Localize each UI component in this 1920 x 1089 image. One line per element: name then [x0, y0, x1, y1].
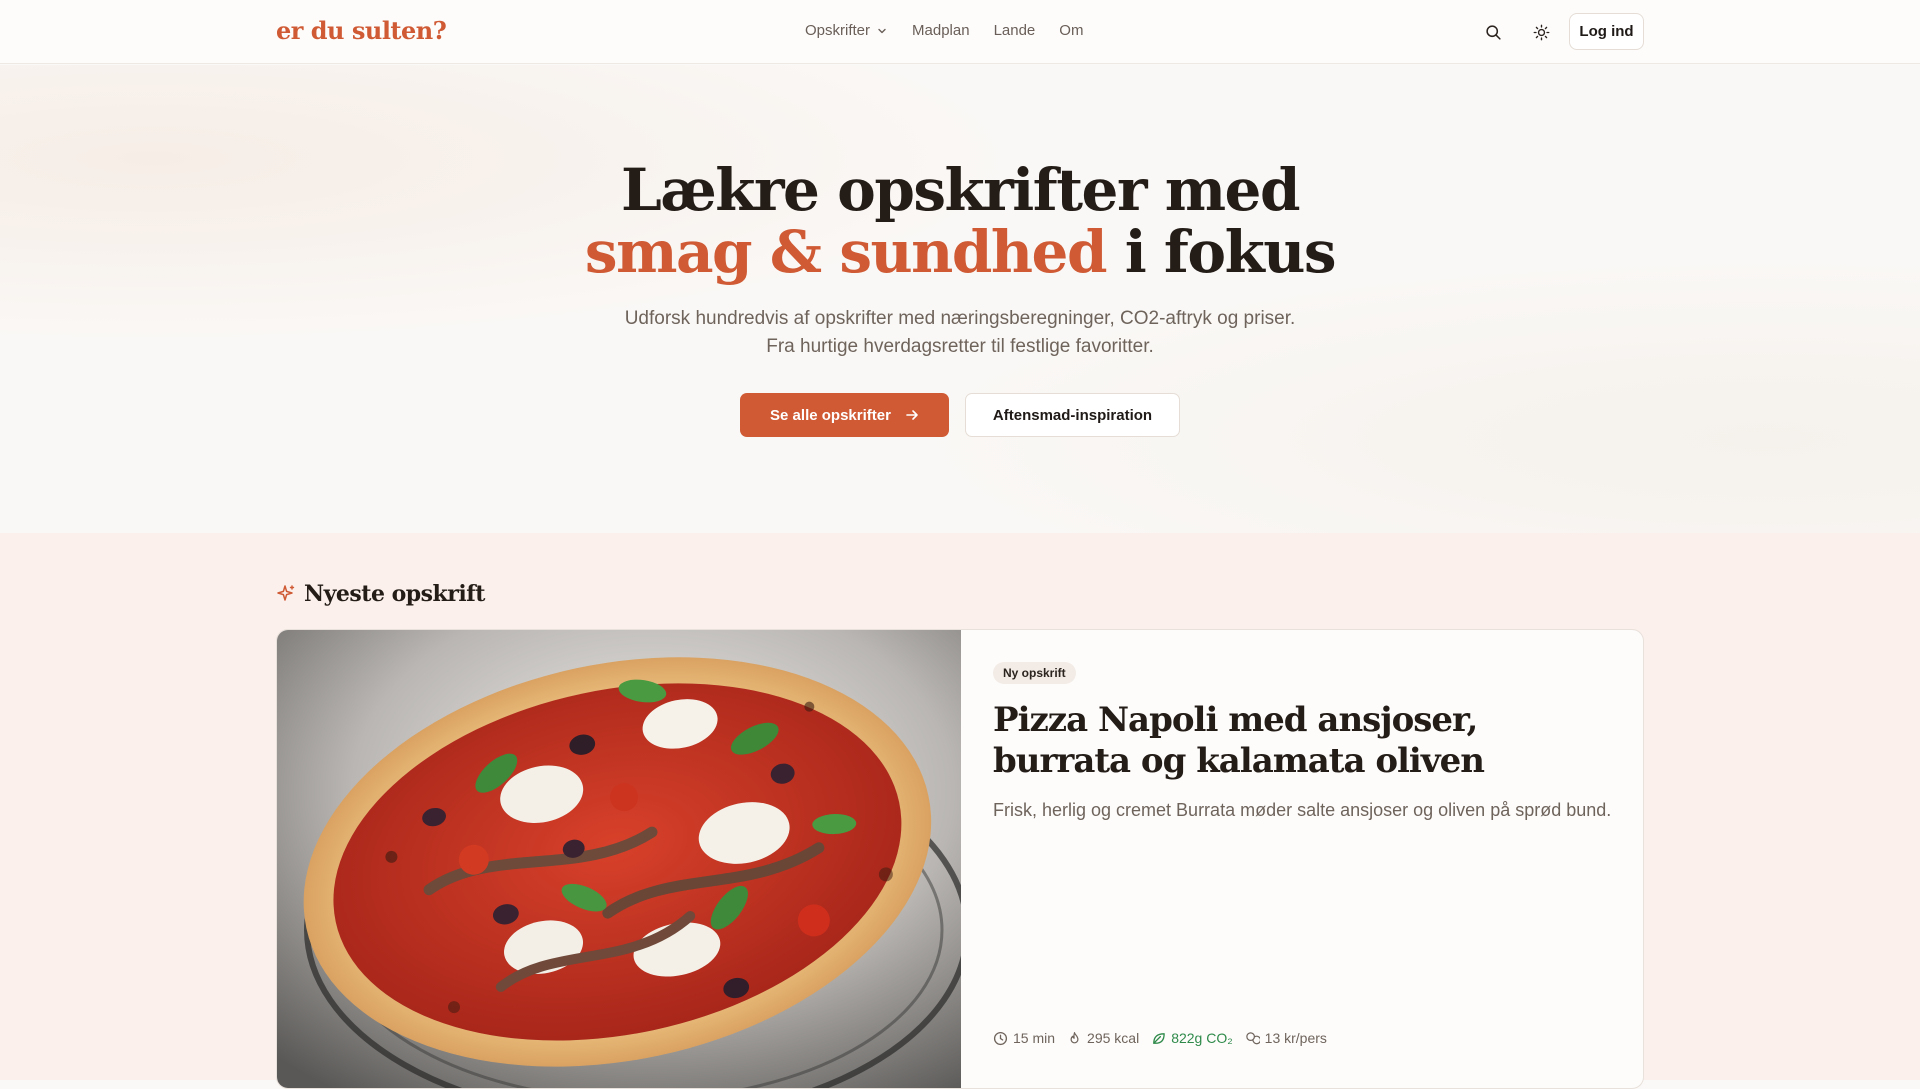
- hero-section: Lækre opskrifter med smag & sundhed i fo…: [0, 65, 1920, 533]
- flame-icon: [1070, 1031, 1079, 1043]
- coins-icon: [1245, 1031, 1260, 1044]
- recipe-description: Frisk, herlig og cremet Burrata møder sa…: [993, 800, 1612, 820]
- nav-item-lande[interactable]: Lande: [994, 22, 1036, 39]
- hero-title: Lækre opskrifter med smag & sundhed i fo…: [0, 159, 1920, 283]
- nav-label: Om: [1059, 22, 1084, 39]
- meta-time-value: 15 min: [1013, 1030, 1056, 1046]
- meta-co2: 822g CO₂: [1151, 1030, 1233, 1046]
- sparkles-icon: [277, 585, 295, 601]
- site-logo[interactable]: er du sulten?: [276, 16, 447, 45]
- meta-price: 13 kr/pers: [1245, 1030, 1327, 1046]
- nav-item-opskrifter[interactable]: Opskrifter: [805, 22, 888, 39]
- login-button[interactable]: Log ind: [1569, 13, 1644, 50]
- hero-title-accent: smag & sundhed: [584, 218, 1108, 286]
- hero-title-rest: i fokus: [1106, 218, 1337, 286]
- sun-icon: [1533, 24, 1549, 40]
- hero-subtitle: Udforsk hundredvis af opskrifter med nær…: [460, 305, 1460, 361]
- meta-kcal: 295 kcal: [1067, 1030, 1139, 1046]
- recipe-card[interactable]: Ny opskrift Pizza Napoli med ansjoser, b…: [276, 629, 1644, 1089]
- button-label: Se alle opskrifter: [770, 406, 891, 424]
- hero-subtitle-line2: Fra hurtige hverdagsretter til festlige …: [766, 336, 1154, 357]
- nav-label: Lande: [993, 22, 1036, 39]
- meta-time: 15 min: [993, 1030, 1055, 1046]
- nav-item-madplan[interactable]: Madplan: [912, 22, 970, 39]
- meta-kcal-value: 295 kcal: [1087, 1030, 1140, 1046]
- pizza-image: [277, 630, 961, 1088]
- section-heading: Nyeste opskrift: [276, 581, 485, 607]
- top-navigation-bar: er du sulten? Opskrifter Madplan Lande O…: [0, 0, 1920, 64]
- dinner-inspiration-button[interactable]: Aftensmad-inspiration: [965, 393, 1180, 437]
- main-nav: Opskrifter Madplan Lande Om: [805, 22, 1083, 39]
- recipe-title[interactable]: Pizza Napoli med ansjoser, burrata og ka…: [993, 700, 1613, 782]
- recipe-meta: 15 min 295 kcal 822g CO₂ 13 kr/pers: [993, 1030, 1327, 1046]
- new-recipe-badge: Ny opskrift: [993, 662, 1076, 684]
- nav-label: Madplan: [912, 22, 970, 39]
- section-title: Nyeste opskrift: [304, 581, 485, 607]
- clock-icon: [993, 1031, 1008, 1045]
- leaf-icon: [1153, 1032, 1165, 1044]
- hero-subtitle-line1: Udforsk hundredvis af opskrifter med nær…: [624, 308, 1296, 329]
- meta-co2-value: 822g CO₂: [1171, 1030, 1233, 1046]
- nav-item-om[interactable]: Om: [1059, 22, 1083, 39]
- arrow-right-icon: [906, 410, 918, 420]
- chevron-down-icon: [878, 28, 886, 33]
- see-all-recipes-button[interactable]: Se alle opskrifter: [740, 393, 949, 437]
- latest-recipe-section: Nyeste opskrift Ny opskrift Pizza Napoli…: [0, 533, 1920, 1089]
- search-button[interactable]: [1481, 20, 1505, 44]
- nav-label: Opskrifter: [805, 22, 871, 39]
- hero-title-line1: Lækre opskrifter med: [620, 156, 1301, 224]
- theme-toggle-button[interactable]: [1529, 20, 1553, 44]
- recipe-card-body: Ny opskrift Pizza Napoli med ansjoser, b…: [993, 662, 1613, 824]
- meta-price-value: 13 kr/pers: [1264, 1030, 1327, 1046]
- search-icon: [1485, 24, 1501, 40]
